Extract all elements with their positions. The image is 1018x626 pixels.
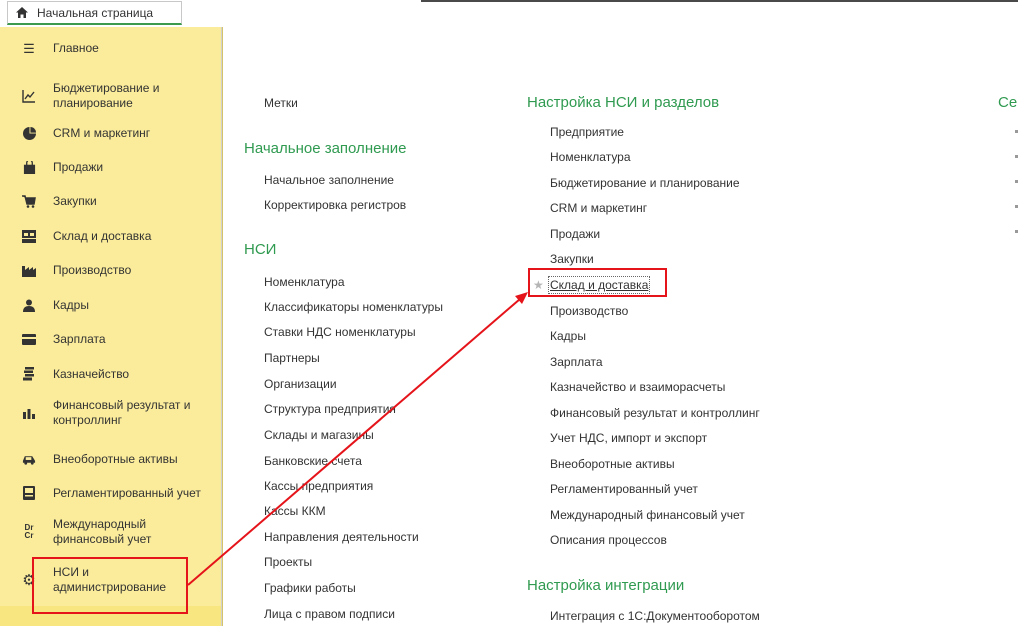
sidebar-item-label: Бюджетирование и планирование [53,81,160,110]
heading-initial-fill: Начальное заполнение [244,140,407,157]
sidebar-item-label: Регламентированный учет [53,485,201,500]
link-settings-process-descriptions[interactable]: Описания процессов [550,533,667,547]
link-settings-hr[interactable]: Кадры [550,329,586,343]
heading-integration-settings: Настройка интеграции [527,577,685,594]
sidebar-item-label: CRM и маркетинг [53,125,151,140]
dr-cr-icon: Dr Cr [22,524,36,540]
link-kkm[interactable]: Кассы ККМ [264,504,326,518]
link-work-schedules[interactable]: Графики работы [264,581,356,595]
link-tags[interactable]: Метки [264,96,298,110]
budget-chart-icon [22,89,36,103]
sidebar-item-label: Внеоборотные активы [53,451,178,466]
link-cash-desks[interactable]: Кассы предприятия [264,479,373,493]
sidebar-item-purchases[interactable]: Закупки [0,189,222,213]
sidebar-item-hr[interactable]: Кадры [0,293,222,317]
link-settings-purchases[interactable]: Закупки [550,252,594,266]
person-icon [22,298,36,312]
link-warehouses-stores[interactable]: Склады и магазины [264,428,374,442]
sidebar-item-label: Финансовый результат и контроллинг [53,398,191,427]
link-vat-rates[interactable]: Ставки НДС номенклатуры [264,325,416,339]
link-nomenclature[interactable]: Номенклатура [264,275,345,289]
link-docflow-integration[interactable]: Интеграция с 1С:Документооборотом [550,609,760,623]
link-enterprise[interactable]: Предприятие [550,125,624,139]
sidebar-item-label: Международный финансовый учет [53,517,152,546]
sidebar-item-production[interactable]: Производство [0,258,222,282]
link-settings-international[interactable]: Международный финансовый учет [550,508,745,522]
sidebar-item-regulated[interactable]: Регламентированный учет [0,481,222,505]
cart-icon [22,194,36,208]
arrow-head [515,292,528,304]
link-register-correction[interactable]: Корректировка регистров [264,198,406,212]
sidebar-item-label: Зарплата [53,331,106,346]
link-bank-accounts[interactable]: Банковские счета [264,454,362,468]
heading-nsi: НСИ [244,241,277,258]
sidebar-item-label: Кадры [53,297,89,312]
cr-label: Cr [24,531,34,540]
link-projects[interactable]: Проекты [264,555,312,569]
link-settings-treasury[interactable]: Казначейство и взаиморасчеты [550,380,725,394]
sidebar-item-label: Закупки [53,193,97,208]
sidebar-item-budgeting[interactable]: Бюджетирование и планирование [0,80,222,112]
link-settings-sales[interactable]: Продажи [550,227,600,241]
tab-home[interactable]: Начальная страница [7,1,182,25]
link-activity-directions[interactable]: Направления деятельности [264,530,419,544]
shopping-bag-icon [22,160,36,174]
sidebar-item-salary[interactable]: Зарплата [0,327,222,351]
link-signatories[interactable]: Лица с правом подписи [264,607,395,621]
sidebar-item-international[interactable]: Dr Cr Международный финансовый учет [0,516,222,548]
sidebar-item-label: Главное [53,40,99,55]
sidebar-item-main[interactable]: ☰ Главное [0,36,222,60]
sidebar-item-label: Продажи [53,159,104,174]
coins-icon [22,367,36,381]
sidebar-item-treasury[interactable]: Казначейство [0,362,222,386]
sidebar-divider [221,27,222,626]
factory-icon [22,263,36,277]
home-icon [16,7,28,18]
link-settings-budgeting[interactable]: Бюджетирование и планирование [550,176,740,190]
top-bar: Начальная страница [0,0,1018,27]
bar-chart-icon [22,406,36,420]
printer-icon [22,486,36,500]
link-settings-nomenclature[interactable]: Номенклатура [550,150,631,164]
link-nomenclature-classifiers[interactable]: Классификаторы номенклатуры [264,300,443,314]
warehouse-icon [22,229,36,243]
sidebar-item-label: Производство [53,262,132,277]
sidebar-item-fixed-assets[interactable]: Внеоборотные активы [0,447,222,471]
heading-column3-partial: Се [998,94,1018,111]
crm-pie-icon [22,126,36,140]
link-enterprise-structure[interactable]: Структура предприятия [264,402,396,416]
sidebar-item-label: Казначейство [53,366,130,381]
link-settings-regulated[interactable]: Регламентированный учет [550,482,698,496]
top-divider [421,0,1018,2]
heading-nsi-settings: Настройка НСИ и разделов [527,94,720,111]
link-partners[interactable]: Партнеры [264,351,320,365]
link-settings-fixed-assets[interactable]: Внеоборотные активы [550,457,675,471]
link-settings-crm[interactable]: CRM и маркетинг [550,201,647,215]
list-icon: ☰ [23,40,35,56]
highlight-box-warehouse-link [528,268,667,297]
link-settings-production[interactable]: Производство [550,304,628,318]
sidebar-item-label: Склад и доставка [53,228,152,243]
wallet-icon [22,332,36,346]
sidebar-item-financial-result[interactable]: Финансовый результат и контроллинг [0,397,222,429]
link-settings-vat[interactable]: Учет НДС, импорт и экспорт [550,431,707,445]
highlight-box-sidebar [32,557,188,614]
sidebar-item-crm[interactable]: CRM и маркетинг [0,121,222,145]
car-icon [22,452,36,466]
sidebar-item-warehouse[interactable]: Склад и доставка [0,224,222,248]
link-settings-salary[interactable]: Зарплата [550,355,603,369]
tab-home-label: Начальная страница [37,5,154,20]
link-settings-financial-result[interactable]: Финансовый результат и контроллинг [550,406,760,420]
sidebar-item-sales[interactable]: Продажи [0,155,222,179]
link-organizations[interactable]: Организации [264,377,337,391]
link-initial-fill[interactable]: Начальное заполнение [264,173,394,187]
